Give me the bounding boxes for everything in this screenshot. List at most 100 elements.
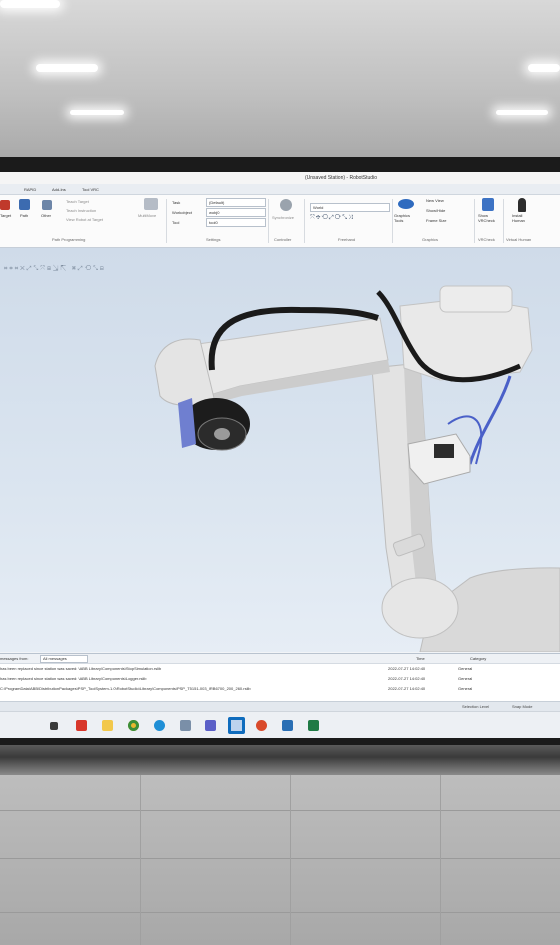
graphics-tools-button[interactable]: Graphics Tools	[394, 213, 418, 223]
output-row[interactable]: C:\ProgramData\ABB\DistributionPackages\…	[0, 684, 560, 694]
workobject-select[interactable]: wobj0	[206, 208, 266, 217]
floor-seam	[140, 775, 141, 945]
ceiling-light	[70, 110, 124, 115]
ribbon-separator	[166, 199, 167, 243]
virtual-human-group-label: Virtual Human	[506, 237, 532, 242]
floor-background	[0, 775, 560, 945]
view-robot-at-target-button[interactable]: View Robot at Target	[66, 217, 103, 222]
status-bar: Selection Level Snap Mode	[0, 701, 560, 711]
synchronize-icon[interactable]	[280, 199, 292, 211]
chrome-icon[interactable]	[128, 720, 139, 731]
freehand-tools[interactable]: ⤧✥⟲⤢⟳⤡⤨	[310, 215, 388, 223]
task-view-icon[interactable]	[50, 722, 58, 730]
time-column-header[interactable]: Time	[416, 656, 425, 661]
files-icon[interactable]	[102, 720, 113, 731]
category-column-header[interactable]: Category	[470, 656, 486, 661]
output-row-text: C:\ProgramData\ABB\DistributionPackages\…	[0, 686, 251, 691]
messages-filter-select[interactable]: All messages	[40, 655, 88, 663]
other-icon[interactable]	[42, 200, 52, 210]
synchronize-button[interactable]: Synchronize	[272, 215, 294, 220]
task-value: (Default)	[209, 200, 225, 205]
task-label: Task	[172, 200, 181, 205]
eye-icon[interactable]	[398, 199, 414, 209]
reference-frame-select[interactable]: World	[310, 203, 390, 212]
output-row[interactable]: has been replaced since station was save…	[0, 664, 560, 674]
tool-label: Tool	[172, 220, 180, 225]
floor-seam	[290, 775, 291, 945]
output-row[interactable]: has been replaced since station was save…	[0, 674, 560, 684]
output-row-category: General	[458, 666, 473, 671]
tab-add-ins[interactable]: Add-Ins	[52, 187, 66, 192]
ceiling-background	[0, 0, 560, 160]
path-label: Path	[20, 213, 29, 218]
floor-seam	[0, 810, 560, 811]
acrobat-icon[interactable]	[76, 720, 87, 731]
ribbon-separator	[392, 199, 393, 243]
robot-base-joint	[381, 577, 459, 639]
path-programming-group-label: Path Programming	[52, 237, 86, 242]
robotstudio-icon[interactable]	[282, 720, 293, 731]
monitor-base	[0, 745, 560, 775]
robot-motor-cap	[439, 285, 513, 313]
output-row-time: 2022-07-27 14:02:40	[388, 666, 426, 671]
messages-filter-value: All messages	[43, 656, 67, 661]
output-window: messages from: All messages Time Categor…	[0, 653, 560, 702]
graphics-group-label: Graphics	[422, 237, 439, 242]
office-icon[interactable]	[256, 720, 267, 731]
workobject-label: Workobject	[172, 210, 192, 215]
floor-seam	[0, 858, 560, 859]
multimove-icon[interactable]	[144, 198, 158, 210]
output-row-text: has been replaced since station was save…	[0, 666, 162, 671]
title-bar: (Unsaved Station) - RobotStudio	[0, 172, 560, 184]
ribbon-tabs: RAPID Add-Ins Tool VRC	[0, 184, 560, 195]
floor-seam	[0, 912, 560, 913]
settings-group-label: Settings	[206, 237, 221, 242]
reference-frame-value: World	[313, 205, 324, 210]
teach-instruction-button[interactable]: Teach Instruction	[66, 208, 96, 213]
show-vrcheck-button[interactable]: Show VRCheck	[478, 213, 500, 223]
teach-target-button[interactable]: Teach Target	[66, 199, 89, 204]
ribbon: Target Path Other Teach Target Teach Ins…	[0, 195, 560, 248]
robot-model[interactable]	[0, 248, 560, 652]
tool-select[interactable]: tool0	[206, 218, 266, 227]
freehand-group-label: Freehand	[338, 237, 356, 242]
screen: (Unsaved Station) - RobotStudio RAPID Ad…	[0, 172, 560, 738]
outlook-icon[interactable]	[228, 717, 245, 734]
install-human-button[interactable]: Install Human	[512, 213, 536, 223]
multimove-button[interactable]: MultiMove	[138, 213, 156, 218]
window-title: (Unsaved Station) - RobotStudio	[305, 175, 377, 181]
vrcheck-group-label: VRCheck	[478, 237, 495, 242]
task-select[interactable]: (Default)	[206, 198, 266, 207]
messages-from-label: messages from:	[0, 656, 29, 661]
output-header: messages from: All messages Time Categor…	[0, 654, 560, 664]
tab-tool-vrc[interactable]: Tool VRC	[82, 187, 99, 192]
excel-icon[interactable]	[308, 720, 319, 731]
new-view-button[interactable]: New View	[426, 198, 444, 203]
ceiling-light	[528, 64, 560, 72]
tab-rapid[interactable]: RAPID	[24, 187, 36, 192]
ribbon-separator	[474, 199, 475, 243]
edge-icon[interactable]	[154, 720, 165, 731]
output-row-time: 2022-07-27 14:02:40	[388, 676, 426, 681]
other-label: Other	[41, 213, 52, 218]
target-icon[interactable]	[0, 200, 10, 210]
floor-seam	[440, 775, 441, 945]
human-icon[interactable]	[518, 198, 526, 212]
show-hide-button[interactable]: Show/Hide	[426, 208, 445, 213]
robot-valve-detail	[434, 444, 454, 458]
output-row-category: General	[458, 686, 473, 691]
snap-mode-button[interactable]: Snap Mode	[512, 704, 532, 709]
paint-icon[interactable]	[180, 720, 191, 731]
frame-size-button[interactable]: Frame Size	[426, 218, 446, 223]
ceiling-light	[0, 0, 60, 8]
output-row-time: 2022-07-27 14:02:40	[388, 686, 426, 691]
controller-group-label: Controller	[274, 237, 292, 242]
teams-icon[interactable]	[205, 720, 216, 731]
selection-level-button[interactable]: Selection Level	[462, 704, 489, 709]
path-icon[interactable]	[19, 199, 30, 210]
output-row-category: General	[458, 676, 473, 681]
vrcheck-icon[interactable]	[482, 198, 494, 211]
ceiling-light	[496, 110, 548, 115]
ribbon-separator	[503, 199, 504, 243]
3d-viewport[interactable]: ⌗⌗⌗✕⤢⤡⤧⊞⇲⇱ ⌘⤢⟲⤡⊟	[0, 248, 560, 652]
